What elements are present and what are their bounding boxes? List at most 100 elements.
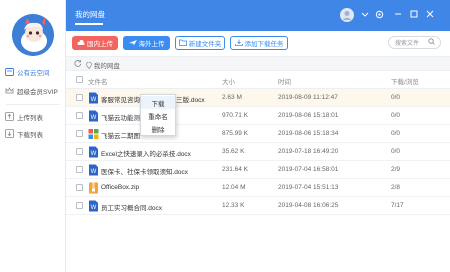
table-row[interactable]: W 飞猫云功能测 970.71 K 2019-08-06 15:18:01 0/… [66, 107, 450, 125]
file-time: 2019-08-06 15:18:01 [278, 112, 339, 119]
file-time: 2019-08-09 11:12:47 [278, 94, 338, 101]
sidebar: 公有云空间 超级会员SVIP 上传列表 下载列表 [0, 0, 66, 272]
settings-icon[interactable] [374, 9, 384, 19]
context-menu-rename[interactable]: 重命名 [141, 109, 175, 122]
search-icon[interactable] [428, 38, 435, 47]
file-time: 2019-04-08 16:06:25 [278, 202, 339, 209]
app-logo-avatar [12, 14, 54, 56]
word-file-icon: W [88, 110, 99, 122]
svg-text:W: W [91, 151, 97, 157]
column-header-downloads[interactable]: 下载/浏览 [391, 76, 419, 86]
image-file-icon [88, 128, 99, 140]
file-downloads: 0/0 [391, 148, 401, 155]
file-name[interactable]: OfficeBox.zip [101, 184, 139, 191]
file-size: 231.64 K [222, 166, 249, 173]
context-menu: 下载 重命名 删除 [140, 94, 176, 136]
add-download-task-button[interactable]: 添加下载任务 [230, 36, 288, 50]
row-checkbox[interactable] [76, 130, 83, 137]
upload-list-icon [5, 112, 14, 121]
context-menu-delete[interactable]: 删除 [141, 122, 175, 135]
row-checkbox[interactable] [76, 184, 83, 191]
row-checkbox[interactable] [76, 202, 83, 209]
file-name[interactable]: 飞猫云二期图 [101, 130, 140, 140]
table-row[interactable]: 飞猫云二期图 875.99 K 2019-08-06 15:18:34 0/0 [66, 125, 450, 143]
row-checkbox[interactable] [76, 166, 83, 173]
user-avatar[interactable] [340, 8, 354, 22]
word-file-icon: W [88, 200, 99, 212]
location-pin-icon [86, 61, 92, 70]
file-downloads: 0/0 [391, 94, 401, 101]
row-checkbox[interactable] [76, 94, 83, 101]
title-bar: 我的网盘 [66, 0, 450, 31]
file-time: 2019-07-04 15:51:13 [278, 184, 339, 191]
cloud-icon [5, 67, 14, 76]
breadcrumb[interactable]: 我的网盘 [86, 60, 120, 70]
file-name[interactable]: 医保卡、社保卡领取须知.docx [101, 166, 188, 176]
word-file-icon: W [88, 164, 99, 176]
table-row[interactable]: W 员工实习概合同.docx 12.33 K 2019-04-08 16:06:… [66, 197, 450, 215]
svg-text:W: W [91, 169, 97, 175]
maximize-icon[interactable] [409, 9, 419, 19]
file-time: 2019-08-06 15:18:34 [278, 130, 339, 137]
file-time: 2019-07-18 16:49:20 [278, 148, 339, 155]
file-downloads: 0/0 [391, 112, 401, 119]
breadcrumb-location: 我的网盘 [93, 63, 120, 70]
sidebar-item-download-list[interactable]: 下载列表 [0, 126, 66, 141]
select-all-checkbox[interactable] [76, 76, 83, 83]
file-size: 2.63 M [222, 94, 242, 101]
new-folder-button[interactable]: 新建文件夹 [175, 36, 225, 50]
folder-plus-icon [178, 39, 187, 48]
zip-file-icon [88, 182, 99, 194]
file-size: 875.99 K [222, 130, 249, 137]
plane-icon [128, 39, 137, 48]
overseas-upload-button[interactable]: 海外上传 [123, 36, 170, 50]
svg-text:W: W [91, 205, 97, 211]
row-checkbox[interactable] [76, 148, 83, 155]
sidebar-item-label: 上传列表 [17, 114, 43, 122]
download-list-icon [5, 129, 14, 138]
context-menu-download[interactable]: 下载 [141, 96, 175, 109]
sidebar-item-label: 超级会员SVIP [17, 88, 58, 96]
table-row[interactable]: W Excel之快速录入的必杀技.docx 35.62 K 2019-07-18… [66, 143, 450, 161]
refresh-icon[interactable] [74, 59, 82, 69]
minimize-window-icon[interactable] [393, 9, 403, 19]
file-size: 35.62 K [222, 148, 245, 155]
sidebar-item-public-cloud[interactable]: 公有云空间 [0, 64, 66, 79]
table-row[interactable]: OfficeBox.zip 12.04 M 2019-07-04 15:51:1… [66, 179, 450, 197]
sidebar-item-label: 公有云空间 [17, 69, 50, 77]
file-size: 12.33 K [222, 202, 245, 209]
file-time: 2019-07-04 16:58:01 [278, 166, 339, 173]
sidebar-item-svip[interactable]: 超级会员SVIP [0, 83, 66, 98]
file-name[interactable]: 员工实习概合同.docx [101, 202, 162, 212]
active-tab-indicator [75, 23, 103, 25]
crown-icon [5, 86, 14, 95]
column-header-time[interactable]: 时间 [278, 76, 291, 86]
page-title: 我的网盘 [75, 10, 105, 19]
close-icon[interactable] [425, 9, 435, 19]
search-input[interactable]: 搜索文件 [388, 36, 441, 49]
file-downloads: 2/8 [391, 184, 401, 191]
scrollbar[interactable] [444, 71, 448, 191]
word-file-icon: W [88, 146, 99, 158]
file-size: 970.71 K [222, 112, 249, 119]
table-row[interactable]: W 客服常见咨询问题汇总_第三版.docx 2.63 M 2019-08-09 … [66, 89, 450, 107]
file-downloads: 0/0 [391, 130, 401, 137]
table-row[interactable]: W 医保卡、社保卡领取须知.docx 231.64 K 2019-07-04 1… [66, 161, 450, 179]
column-header-size[interactable]: 大小 [222, 76, 235, 86]
sidebar-item-label: 下载列表 [17, 131, 43, 139]
minimize-icon[interactable] [360, 9, 370, 19]
domestic-upload-button[interactable]: 国内上传 [72, 36, 118, 50]
file-downloads: 7/17 [391, 202, 404, 209]
upload-icon [77, 39, 85, 48]
sidebar-item-upload-list[interactable]: 上传列表 [0, 109, 66, 124]
breadcrumb-bar: 我的网盘 [66, 56, 450, 71]
svg-text:W: W [91, 115, 97, 121]
file-name[interactable]: 飞猫云功能测 [101, 112, 140, 122]
toolbar: 国内上传 海外上传 新建文件夹 添加下载任务 搜索文件 [66, 31, 450, 56]
svg-text:W: W [91, 97, 97, 103]
file-name[interactable]: Excel之快速录入的必杀技.docx [101, 148, 191, 158]
word-file-icon: W [88, 92, 99, 104]
sidebar-divider [6, 104, 60, 105]
row-checkbox[interactable] [76, 112, 83, 119]
column-header-name[interactable]: 文件名 [88, 76, 108, 86]
